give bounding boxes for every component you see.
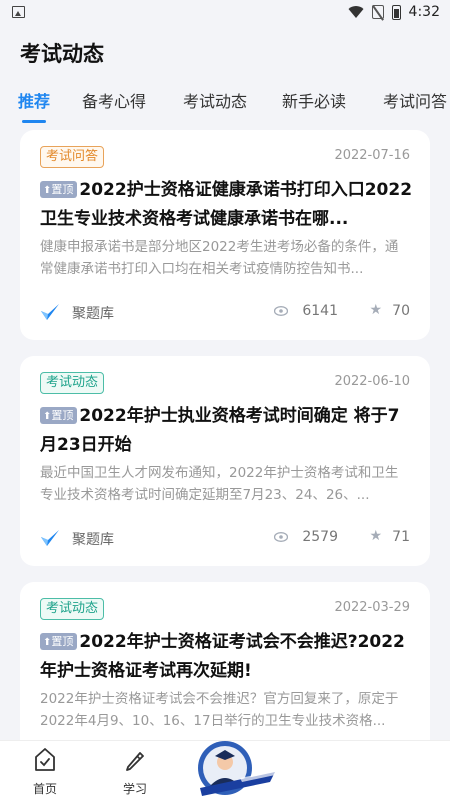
article-card[interactable]: 考试动态 2022-03-29 ⬆置顶 2022年护士资格证考试会不会推迟?202…	[20, 582, 430, 740]
source-name: 聚题库	[72, 306, 114, 322]
article-title-text: 2022年护士执业资格考试时间确定 将于7月23日开始	[40, 406, 400, 455]
page-title: 考试动态	[20, 42, 104, 66]
nav-study[interactable]: 学习	[105, 747, 165, 797]
pin-label: 置顶	[51, 635, 74, 648]
tab-exam-news[interactable]: 考试动态	[183, 88, 247, 112]
article-card[interactable]: 考试问答 2022-07-16 ⬆置顶 2022护士资格证健康承诺书打印入口202…	[20, 130, 430, 340]
category-badge: 考试问答	[40, 146, 105, 168]
image-icon	[12, 6, 25, 18]
view-count: 6141	[302, 303, 338, 319]
home-icon	[35, 748, 55, 771]
star-count: 70	[392, 303, 410, 319]
article-title-text: 2022护士资格证健康承诺书打印入口2022卫生专业技术资格考试健康承诺书在哪.…	[40, 180, 413, 229]
view-count: 2579	[302, 529, 338, 545]
source-logo-icon	[41, 530, 59, 546]
source-logo-icon	[41, 304, 59, 320]
eye-icon	[274, 306, 288, 316]
article-date: 2022-07-16	[334, 148, 410, 163]
famous-teacher-course-promo[interactable]	[180, 738, 280, 800]
tab-beginner[interactable]: 新手必读	[282, 88, 346, 112]
article-meta: 聚题库 6141 ★ 70	[40, 302, 410, 322]
category-tabs: 推荐 备考心得 考试动态 新手必读 考试问答	[0, 88, 450, 124]
article-title[interactable]: ⬆置顶 2022护士资格证健康承诺书打印入口2022卫生专业技术资格考试健康承诺书…	[40, 176, 414, 234]
article-meta: 聚题库 2579 ★ 71	[40, 528, 410, 548]
no-sim-icon	[371, 5, 384, 19]
status-bar: 4:32	[0, 0, 450, 26]
star-icon: ★	[369, 302, 382, 318]
active-tab-indicator	[22, 120, 46, 123]
nav-study-label: 学习	[122, 782, 147, 796]
star-icon: ★	[369, 528, 382, 544]
wifi-icon	[348, 6, 364, 19]
category-badge: 考试动态	[40, 598, 105, 620]
article-title[interactable]: ⬆置顶 2022年护士资格证考试会不会推迟?2022年护士资格证考试再次延期!	[40, 628, 414, 686]
tab-exam-qa[interactable]: 考试问答	[383, 88, 447, 112]
tab-prep-tips[interactable]: 备考心得	[82, 88, 146, 112]
article-feed[interactable]: 考试问答 2022-07-16 ⬆置顶 2022护士资格证健康承诺书打印入口202…	[0, 128, 450, 740]
article-title[interactable]: ⬆置顶 2022年护士执业资格考试时间确定 将于7月23日开始	[40, 402, 414, 460]
source-name: 聚题库	[72, 532, 114, 548]
nav-home[interactable]: 首页	[15, 747, 75, 797]
study-icon	[126, 752, 144, 771]
article-summary: 健康申报承诺书是部分地区2022考生进考场必备的条件，通常健康承诺书打印入口均在…	[40, 239, 399, 277]
article-summary: 最近中国卫生人才网发布通知，2022年护士资格考试和卫生专业技术资格考试时间确定…	[40, 465, 399, 503]
battery-icon	[391, 4, 401, 20]
category-badge: 考试动态	[40, 372, 105, 394]
pinned-badge: ⬆置顶	[40, 633, 78, 650]
pinned-badge: ⬆置顶	[40, 181, 78, 198]
article-title-text: 2022年护士资格证考试会不会推迟?2022年护士资格证考试再次延期!	[40, 632, 405, 681]
pinned-badge: ⬆置顶	[40, 407, 78, 424]
pin-label: 置顶	[51, 409, 74, 422]
status-icons: 4:32	[348, 4, 440, 20]
nav-home-label: 首页	[32, 782, 57, 796]
article-date: 2022-03-29	[334, 600, 410, 615]
eye-icon	[274, 532, 288, 542]
article-card[interactable]: 考试动态 2022-06-10 ⬆置顶 2022年护士执业资格考试时间确定 将于7…	[20, 356, 430, 566]
pin-label: 置顶	[51, 183, 74, 196]
tab-recommend[interactable]: 推荐	[18, 88, 50, 112]
article-date: 2022-06-10	[334, 374, 410, 389]
article-summary: 2022年护士资格证考试会不会推迟？官方回复来了，原定于2022年4月9、10、…	[40, 691, 399, 729]
clock: 4:32	[408, 4, 440, 20]
star-count: 71	[392, 529, 410, 545]
